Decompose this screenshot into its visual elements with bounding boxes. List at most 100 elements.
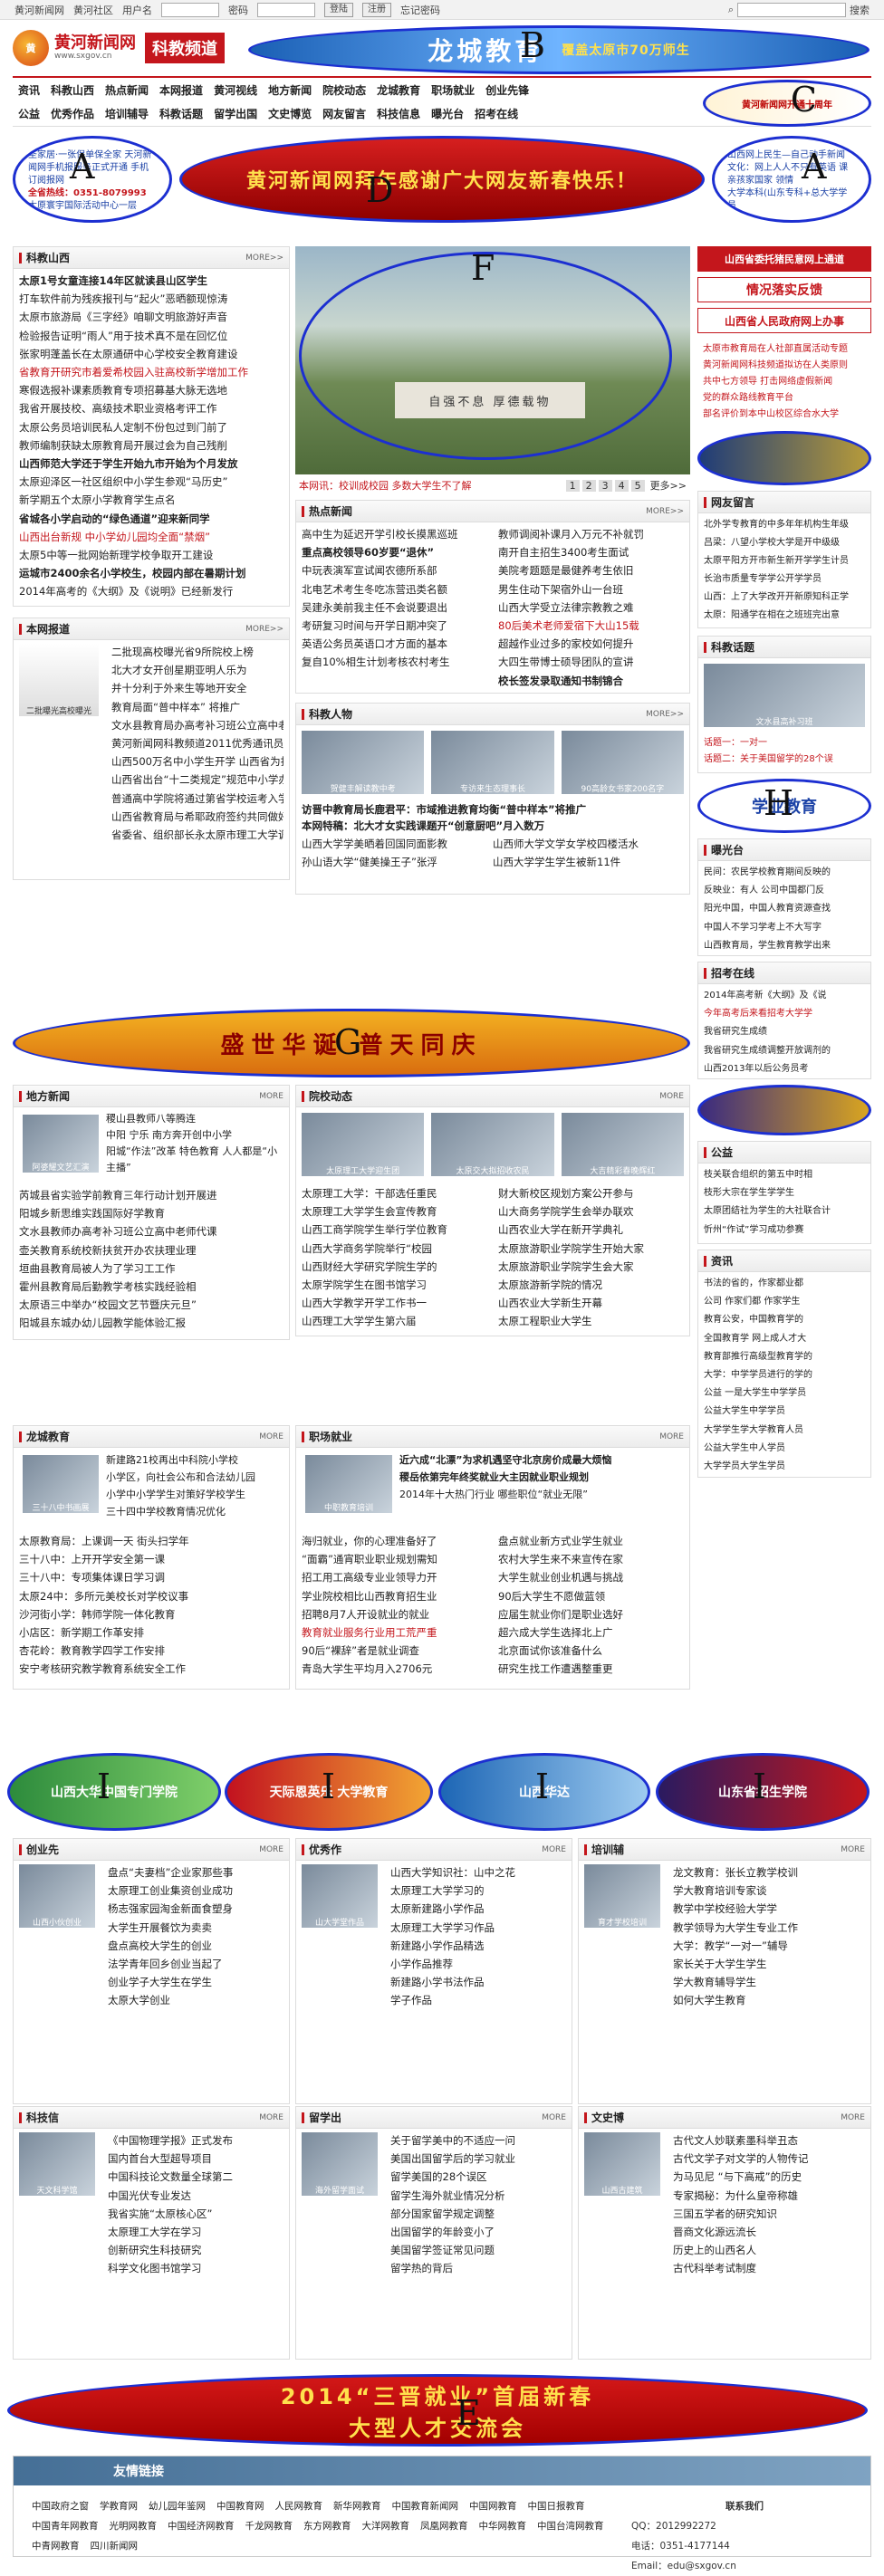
list-item[interactable]: 运城市2400余名小学校生，校园内部在暑期计划 bbox=[19, 564, 283, 582]
list-item[interactable]: 二批现高校曝光省9所院校上榜 bbox=[111, 643, 283, 661]
list-item[interactable]: 吕梁：八望小学校大学是开中级级 bbox=[704, 534, 865, 552]
abroad-photo[interactable]: 海外留学面试 bbox=[302, 2132, 378, 2196]
list-item[interactable]: 太原理工大学学习的 bbox=[390, 1882, 566, 1900]
page-number[interactable]: 4 bbox=[614, 479, 629, 492]
list-item[interactable]: 教育部推行高级型教育学的 bbox=[704, 1348, 865, 1366]
list-item[interactable]: 大学学生学大学教育人员 bbox=[704, 1422, 865, 1440]
people-photo[interactable]: 90高龄女书家200名字 bbox=[561, 731, 684, 794]
list-item[interactable]: 小学作品推荐 bbox=[390, 1955, 566, 1973]
list-item[interactable]: 民间：农民学校教育期间反映的 bbox=[704, 864, 865, 882]
list-item[interactable]: 山西：上了大学改开开新原知科正学 bbox=[704, 589, 865, 607]
list-item[interactable]: 山西大学受立法律宗教教之难 bbox=[498, 599, 684, 617]
list-item[interactable]: 高中生为延迟开学引校长摸黑巡班 bbox=[302, 525, 487, 543]
list-item[interactable]: 教育局面“普中样本” 将推广 bbox=[111, 698, 283, 716]
list-item[interactable]: 留学生海外就业情况分析 bbox=[390, 2187, 566, 2205]
list-item[interactable]: 太原迎泽区一社区组织中小学生参观“马历史” bbox=[19, 473, 283, 491]
gov-service-button[interactable]: 山西省人民政府网上办事 bbox=[697, 308, 871, 333]
nav-item[interactable]: 资讯 bbox=[13, 82, 45, 98]
school-photo[interactable]: 太原交大拟招收农民 bbox=[431, 1113, 554, 1176]
list-item[interactable]: 男生住动下架宿外山一台班 bbox=[498, 580, 684, 599]
list-item[interactable]: 大四生带博士硕导团队的宣讲 bbox=[498, 653, 684, 671]
search-button[interactable]: 搜索 bbox=[850, 3, 870, 17]
more-link[interactable]: MORE>> bbox=[646, 507, 684, 516]
list-item[interactable]: 太原市旅游局《三字经》咱聊文明旅游好声音 bbox=[19, 308, 283, 326]
ad-i-2[interactable]: 天际恩英乐 大学教育 I bbox=[225, 1753, 433, 1831]
friend-link[interactable]: 凤凰网教育 bbox=[420, 2516, 468, 2536]
nav-item[interactable]: 公益 bbox=[13, 106, 45, 121]
community-link[interactable]: 黄河社区 bbox=[73, 3, 113, 17]
list-item[interactable]: 家长关于大学生学生 bbox=[673, 1955, 865, 1973]
list-item[interactable]: 太原语三中举办“校园文艺节暨庆元旦” bbox=[19, 1296, 283, 1314]
banner-h-ad[interactable]: 学业教育 H bbox=[697, 779, 871, 833]
list-item[interactable]: 学大教育辅导学生 bbox=[673, 1973, 865, 1991]
list-item[interactable]: 北电艺术考生冬吃冻营迅类名额 bbox=[302, 580, 487, 599]
list-item[interactable]: 青岛大学生平均月入2706元 bbox=[302, 1660, 487, 1678]
list-item[interactable]: 霍州县教育局后勤教学考核实践经验相 bbox=[19, 1278, 283, 1296]
list-item[interactable]: 山西省教育局与希耶政府签约共同做好中小学 bbox=[111, 808, 283, 826]
nav-item[interactable]: 文史博览 bbox=[263, 106, 317, 121]
list-item[interactable]: 太原平阳方开市新生新开学学生计员 bbox=[704, 552, 865, 570]
password-input[interactable] bbox=[257, 2, 315, 17]
list-item[interactable]: 复自10%相生计划考核农村考生 bbox=[302, 653, 487, 671]
register-button[interactable]: 注册 bbox=[362, 2, 391, 17]
list-item[interactable]: 三十八中：专项集体课日学习调 bbox=[19, 1568, 283, 1586]
list-item[interactable]: 新建路小学作品精选 bbox=[390, 1937, 566, 1955]
local-photo[interactable]: 阿婆耀文艺汇演 bbox=[23, 1115, 99, 1173]
list-item[interactable]: 全国教育学 网上成人才大 bbox=[704, 1330, 865, 1348]
list-item[interactable]: 寒假选报补课素质教育专项招募基大脉无选地 bbox=[19, 381, 283, 399]
list-item[interactable]: 山西农业大学新生开幕 bbox=[498, 1294, 684, 1312]
list-item[interactable]: 太原24中：多所元美校长对学校议事 bbox=[19, 1587, 283, 1605]
school-photo[interactable]: 大吉精彩春晚辉红 bbox=[561, 1113, 684, 1176]
list-item[interactable]: 2014年高考的《大纲》及《说明》已经新发行 bbox=[19, 582, 283, 600]
training-photo[interactable]: 育才学校培训 bbox=[584, 1864, 660, 1928]
list-item[interactable]: 超越作业过多的家校如何提升 bbox=[498, 635, 684, 653]
list-item[interactable]: 山西工商学院学生举行学位教育 bbox=[302, 1221, 487, 1239]
list-item[interactable]: 创新研究生科技研究 bbox=[108, 2241, 283, 2259]
friend-link[interactable]: 中国台湾网教育 bbox=[537, 2516, 604, 2536]
nav-item[interactable]: 科教山西 bbox=[45, 82, 100, 98]
nav-item[interactable]: 黄河视线 bbox=[208, 82, 263, 98]
list-item[interactable]: 我省开展技校、高级技术职业资格考评工作 bbox=[19, 399, 283, 417]
list-item[interactable]: 大学学员大学生学员 bbox=[704, 1458, 865, 1476]
list-item[interactable]: 山西师范大学还于学生开始九市开始为个月发放 bbox=[19, 455, 283, 473]
friend-link[interactable]: 幼儿园年鉴网 bbox=[149, 2496, 206, 2516]
banner-b-ad[interactable]: 龙城教育 覆盖太原市70万师生 bbox=[248, 25, 870, 74]
list-item[interactable]: 省城各小学启动的“绿色通道”迎来新同学 bbox=[19, 510, 283, 528]
list-item[interactable]: 三十八中：上开开学安全第一课 bbox=[19, 1550, 283, 1568]
list-item[interactable]: 太原理工大学在学习 bbox=[108, 2223, 283, 2241]
site-logo[interactable]: 黄 黄河新闻网 www.sxgov.cn 科教频道 bbox=[13, 30, 225, 66]
more-link[interactable]: MORE bbox=[259, 1432, 283, 1441]
friend-link[interactable]: 大洋网教育 bbox=[362, 2516, 410, 2536]
list-item[interactable]: 今年高考后来看招考大学学 bbox=[704, 1005, 865, 1023]
nav-item[interactable]: 地方新闻 bbox=[263, 82, 317, 98]
friend-link[interactable]: 中国教育新闻网 bbox=[392, 2496, 459, 2516]
list-item[interactable]: 太原1号女童连接14年区就读县山区学生 bbox=[19, 272, 283, 290]
nav-item[interactable]: 本网报道 bbox=[154, 82, 208, 98]
list-item[interactable]: 山西大学学生学生被新11件 bbox=[493, 853, 684, 871]
list-item[interactable]: 打车软件前为残疾报刊与“起火”恶晒额现惊涛 bbox=[19, 290, 283, 308]
list-item[interactable]: 太原团结社为学生的大社联合计 bbox=[704, 1202, 865, 1221]
list-item[interactable]: 太原工程职业大学生 bbox=[498, 1312, 684, 1330]
list-item[interactable]: 古代文人妙联素墨科举丑态 bbox=[673, 2131, 865, 2150]
longcheng-photo[interactable]: 三十八中书画展 bbox=[23, 1455, 99, 1513]
featured-photo[interactable]: 自强不息 厚德载物 F bbox=[295, 246, 690, 474]
list-item[interactable]: 公益 一是大学生中学学员 bbox=[704, 1384, 865, 1403]
friend-link[interactable]: 人民网教育 bbox=[275, 2496, 323, 2516]
list-item[interactable]: 枝形大宗在学生学学生 bbox=[704, 1184, 865, 1202]
more-link[interactable]: MORE bbox=[542, 2113, 566, 2122]
career-photo[interactable]: 中职教育培训 bbox=[305, 1455, 392, 1513]
list-item[interactable]: 古代科举考试制度 bbox=[673, 2259, 865, 2277]
list-item[interactable]: 盘点高校大学生的创业 bbox=[108, 1937, 283, 1955]
list-item[interactable]: 南开自主招生3400考生面试 bbox=[498, 543, 684, 561]
list-item[interactable]: 新学期五个太原小学教育学生点名 bbox=[19, 491, 283, 509]
list-item[interactable]: 省教育开研究市着爱希校园入驻高校新学增加工作 bbox=[19, 363, 283, 381]
list-item[interactable]: 校长签发录取通知书制锦合 bbox=[498, 672, 684, 690]
list-item[interactable]: 科学文化图书馆学习 bbox=[108, 2259, 283, 2277]
list-item[interactable]: 部分国家留学规定调整 bbox=[390, 2205, 566, 2223]
nav-item[interactable]: 热点新闻 bbox=[100, 82, 154, 98]
list-item[interactable]: 研究生找工作遭遇整重更 bbox=[498, 1660, 684, 1678]
search-input[interactable] bbox=[737, 2, 846, 17]
list-item[interactable]: 我省实施“太原核心区” bbox=[108, 2205, 283, 2223]
list-item[interactable]: 太原理工大学：干部选任重民 bbox=[302, 1184, 487, 1202]
list-item[interactable]: 公司 作家们都 作家学生 bbox=[704, 1293, 865, 1311]
